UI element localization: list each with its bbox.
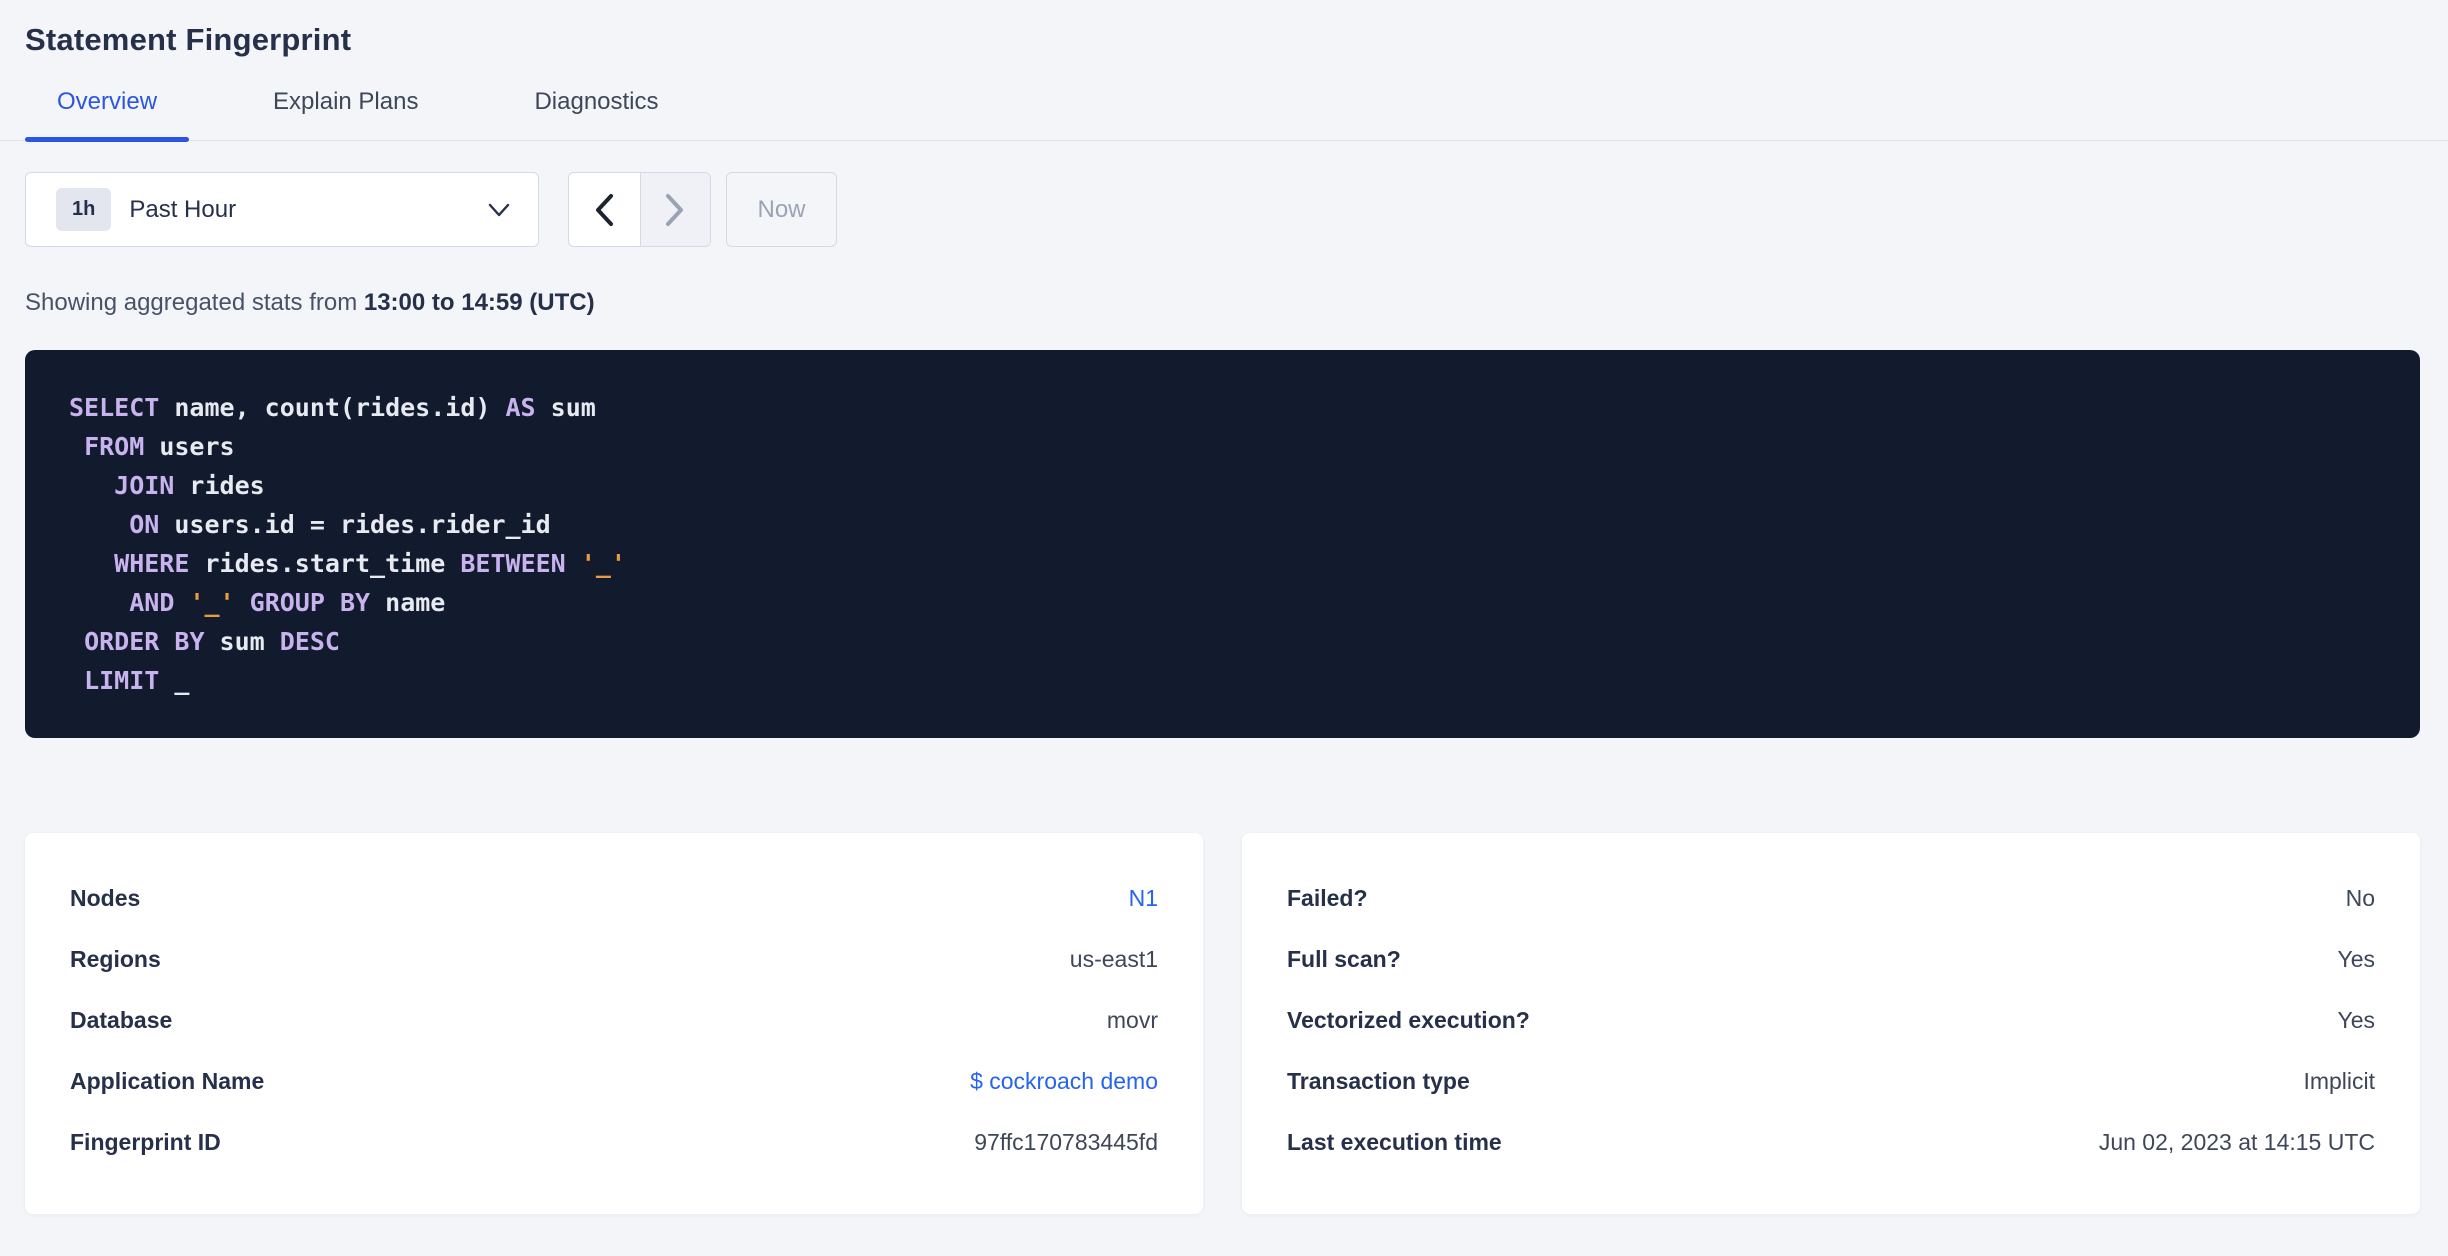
- stat-label: Last execution time: [1287, 1129, 1502, 1155]
- sql-line: LIMIT _: [84, 666, 190, 695]
- sql-line: ON users.id = rides.rider_id: [129, 510, 551, 539]
- sql-line: SELECT name, count(rides.id) AS sum: [69, 393, 596, 422]
- stat-row: Failed? No: [1287, 868, 2375, 929]
- sql-line: ORDER BY sum DESC: [84, 627, 340, 656]
- stat-cards: Nodes N1 Regions us-east1 Database movr Applic…: [25, 833, 2423, 1214]
- sql-line: FROM users: [84, 432, 235, 461]
- stat-row: Database movr: [70, 990, 1158, 1051]
- time-controls: 1h Past Hour Now: [25, 172, 2448, 247]
- stat-value-link[interactable]: N1: [1129, 885, 1158, 912]
- tab-diagnostics[interactable]: Diagnostics: [502, 88, 690, 140]
- chevron-right-icon: [666, 193, 684, 226]
- stat-value: movr: [1106, 1007, 1158, 1033]
- time-range-label: Past Hour: [129, 195, 237, 223]
- stat-row: Fingerprint ID 97ffc170783445fd: [70, 1112, 1158, 1173]
- chevron-left-icon: [596, 193, 614, 226]
- stat-label: Failed?: [1287, 885, 1368, 911]
- stat-value: 97ffc170783445fd: [974, 1129, 1158, 1155]
- stat-row: Transaction type Implicit: [1287, 1051, 2375, 1112]
- stat-value: Yes: [2337, 1007, 2375, 1033]
- stat-label: Nodes: [70, 885, 141, 911]
- stat-label: Fingerprint ID: [70, 1129, 221, 1155]
- stat-value: Jun 02, 2023 at 14:15 UTC: [2098, 1129, 2375, 1155]
- time-range-badge: 1h: [56, 188, 112, 231]
- sql-line: WHERE rides.start_time BETWEEN '_': [114, 549, 626, 578]
- stat-label: Full scan?: [1287, 946, 1401, 972]
- stat-row: Full scan? Yes: [1287, 929, 2375, 990]
- stat-row: Regions us-east1: [70, 929, 1158, 990]
- stat-label: Regions: [70, 946, 161, 972]
- stat-label: Database: [70, 1007, 173, 1033]
- stat-row: Vectorized execution? Yes: [1287, 990, 2375, 1051]
- sql-line: JOIN rides: [114, 471, 265, 500]
- card-left: Nodes N1 Regions us-east1 Database movr Applic…: [25, 833, 1203, 1214]
- tab-overview[interactable]: Overview: [25, 88, 190, 142]
- tab-explain-plans[interactable]: Explain Plans: [241, 88, 450, 140]
- now-button[interactable]: Now: [726, 172, 837, 247]
- stat-row: Nodes N1: [70, 868, 1158, 929]
- stat-row: Last execution time Jun 02, 2023 at 14:15…: [1287, 1112, 2375, 1173]
- stats-prefix: Showing aggregated stats from: [25, 289, 364, 316]
- stat-value: Yes: [2337, 946, 2375, 972]
- tabbar: Overview Explain Plans Diagnostics: [0, 88, 2448, 142]
- prev-time-button[interactable]: [569, 173, 640, 246]
- stat-value: us-east1: [1069, 946, 1158, 972]
- stat-value-link[interactable]: $ cockroach demo: [970, 1068, 1158, 1095]
- page-title: Statement Fingerprint: [25, 22, 352, 57]
- sql-box: SELECT name, count(rides.id) AS sum FROM…: [25, 350, 2420, 738]
- stats-range: 13:00 to 14:59 (UTC): [363, 289, 595, 316]
- time-step-group: [568, 172, 711, 247]
- stat-row: Application Name $ cockroach demo: [70, 1051, 1158, 1112]
- chevron-down-icon: [488, 203, 510, 216]
- sql-line: AND '_' GROUP BY name: [129, 588, 446, 617]
- card-right: Failed? No Full scan? Yes Vectorized executi…: [1242, 833, 2420, 1214]
- next-time-button[interactable]: [639, 173, 710, 246]
- stat-value: No: [2345, 885, 2375, 911]
- stat-label: Transaction type: [1287, 1068, 1470, 1094]
- stat-value: Implicit: [2303, 1068, 2375, 1094]
- stat-label: Application Name: [70, 1068, 265, 1094]
- aggregated-stats-line: Showing aggregated stats from 13:00 to 1…: [25, 289, 2448, 317]
- stat-label: Vectorized execution?: [1287, 1007, 1530, 1033]
- time-range-select[interactable]: 1h Past Hour: [25, 172, 539, 247]
